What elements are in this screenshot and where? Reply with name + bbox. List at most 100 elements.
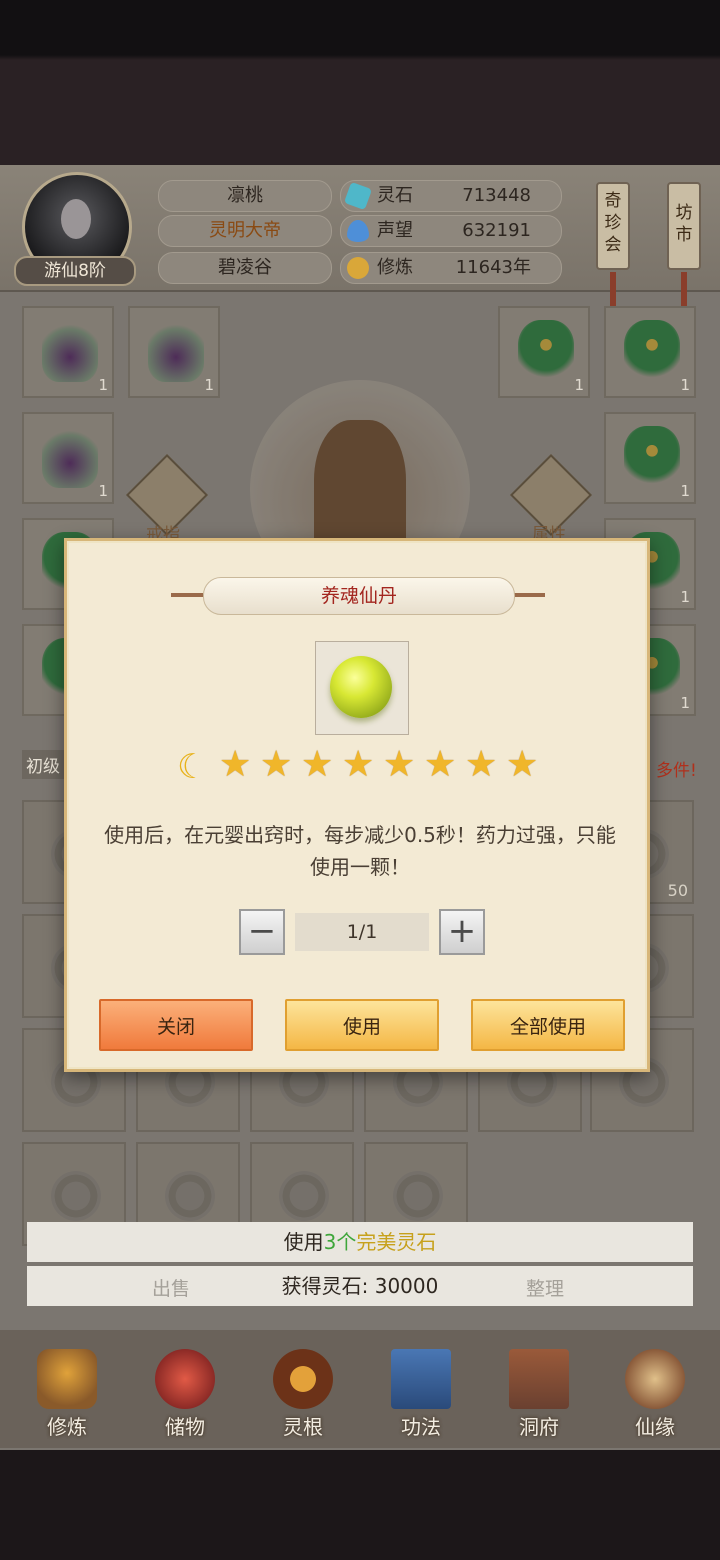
stat-label: 灵石: [377, 185, 413, 206]
increase-quantity-button[interactable]: +: [439, 909, 485, 955]
use-button[interactable]: 使用: [285, 999, 439, 1051]
tassel-decoration: [610, 272, 616, 308]
moon-rank-icon: ☾: [177, 747, 208, 787]
slot-count: 1: [680, 588, 690, 606]
reward-message-line1: 使用3个完美灵石: [27, 1222, 693, 1262]
quantity-display: 1/1: [295, 913, 429, 951]
stat-value: 632191: [462, 220, 531, 241]
equip-slot[interactable]: 1: [22, 412, 114, 504]
star-icon: ★: [465, 744, 498, 785]
message-prefix: 使用: [283, 1230, 324, 1254]
system-bottom-area: [0, 1450, 720, 1560]
nav-label: 灵根: [283, 1415, 323, 1439]
reward-text: 获得灵石: 30000: [281, 1274, 439, 1298]
yin-yang-icon: [393, 1171, 443, 1221]
slot-count: 1: [574, 376, 584, 394]
herb-icon: [518, 320, 574, 382]
herb-icon: [42, 320, 98, 382]
stat-cultivation: 修炼 11643年: [340, 252, 562, 284]
prestige-icon: [347, 220, 369, 242]
treasure-pavilion-label: 奇珍会: [604, 191, 622, 255]
tier-tag: 初级: [22, 750, 64, 779]
star-icon: ★: [219, 744, 252, 785]
star-icon: ★: [383, 744, 416, 785]
item-description: 使用后，在元婴出窍时，每步减少0.5秒！药力过强，只能使用一颗！: [104, 823, 616, 879]
treasure-pavilion-button[interactable]: 奇珍会: [596, 182, 630, 270]
star-icon: ★: [506, 744, 539, 785]
nav-fortune[interactable]: 仙缘: [610, 1345, 700, 1441]
star-icon: ★: [342, 744, 375, 785]
herb-icon: [148, 320, 204, 382]
sell-button[interactable]: 出售: [152, 1274, 190, 1301]
close-button[interactable]: 关闭: [99, 999, 253, 1051]
star-icon: ★: [301, 744, 334, 785]
stat-spirit-stone: 灵石 713448: [340, 180, 562, 212]
technique-book-icon: [391, 1349, 451, 1409]
equip-slot[interactable]: 1: [604, 412, 696, 504]
herb-icon: [42, 426, 98, 488]
slot-count: 1: [680, 482, 690, 500]
stat-value: 11643年: [455, 257, 531, 278]
player-name: 凛桃: [158, 180, 332, 212]
equip-slot[interactable]: 1: [128, 306, 220, 398]
star-icon: ★: [424, 744, 457, 785]
nav-label: 功法: [401, 1415, 441, 1439]
item-frame: [315, 641, 409, 735]
green-pill-orb-icon: [330, 656, 392, 718]
avatar-face: [61, 199, 91, 239]
spirit-stone-icon: [343, 181, 373, 211]
nav-spirit-root[interactable]: 灵根: [258, 1345, 348, 1441]
fortune-icon: [625, 1349, 685, 1409]
herb-icon: [624, 426, 680, 488]
herb-icon: [624, 320, 680, 382]
decrease-quantity-button[interactable]: −: [239, 909, 285, 955]
stat-label: 声望: [377, 220, 413, 241]
status-bar-area: [0, 0, 720, 165]
slot-count: 50: [667, 881, 688, 900]
reward-message-line2: 获得灵石: 30000: [27, 1266, 693, 1306]
storage-bag-icon: [155, 1349, 215, 1409]
use-all-button[interactable]: 全部使用: [471, 999, 625, 1051]
yin-yang-icon: [165, 1171, 215, 1221]
more-items-tag: 多件!: [656, 761, 697, 781]
nav-label: 洞府: [519, 1415, 559, 1439]
nav-label: 仙缘: [635, 1415, 675, 1439]
player-rank-badge: 游仙8阶: [14, 256, 136, 286]
nav-cultivate[interactable]: 修炼: [22, 1345, 112, 1441]
nav-label: 储物: [165, 1415, 205, 1439]
title-rod-left: [171, 593, 203, 597]
player-title: 灵明大帝: [158, 215, 332, 247]
cultivate-icon: [37, 1349, 97, 1409]
stat-label: 修炼: [377, 257, 413, 278]
nav-label: 修炼: [47, 1415, 87, 1439]
stat-value: 713448: [462, 185, 531, 206]
yin-yang-icon: [51, 1171, 101, 1221]
slot-count: 1: [98, 376, 108, 394]
nav-cave[interactable]: 洞府: [494, 1345, 584, 1441]
player-location: 碧凌谷: [158, 252, 332, 284]
slot-count: 1: [680, 376, 690, 394]
title-rod-right: [513, 593, 545, 597]
slot-count: 1: [98, 482, 108, 500]
market-button[interactable]: 坊市: [667, 182, 701, 270]
nav-technique[interactable]: 功法: [376, 1345, 466, 1441]
star-icon: ★: [260, 744, 293, 785]
equip-slot[interactable]: 1: [604, 306, 696, 398]
stat-prestige: 声望 632191: [340, 215, 562, 247]
spirit-root-icon: [273, 1349, 333, 1409]
slot-count: 1: [204, 376, 214, 394]
nav-storage[interactable]: 储物: [140, 1345, 230, 1441]
item-use-dialog: 养魂仙丹 ☾ ★ ★ ★ ★ ★ ★ ★ ★ 使用后，在元婴出窍时，每步减少0.…: [64, 538, 650, 1072]
cave-house-icon: [509, 1349, 569, 1409]
cultivation-icon: [347, 257, 369, 279]
tassel-decoration: [681, 272, 687, 308]
dialog-title: 养魂仙丹: [203, 577, 515, 615]
slot-count: 1: [680, 694, 690, 712]
message-item: 完美灵石: [356, 1230, 437, 1254]
yin-yang-icon: [279, 1171, 329, 1221]
message-count: 3个: [323, 1230, 357, 1254]
equip-slot[interactable]: 1: [498, 306, 590, 398]
organize-button[interactable]: 整理: [526, 1274, 564, 1301]
market-label: 坊市: [675, 203, 693, 245]
equip-slot[interactable]: 1: [22, 306, 114, 398]
